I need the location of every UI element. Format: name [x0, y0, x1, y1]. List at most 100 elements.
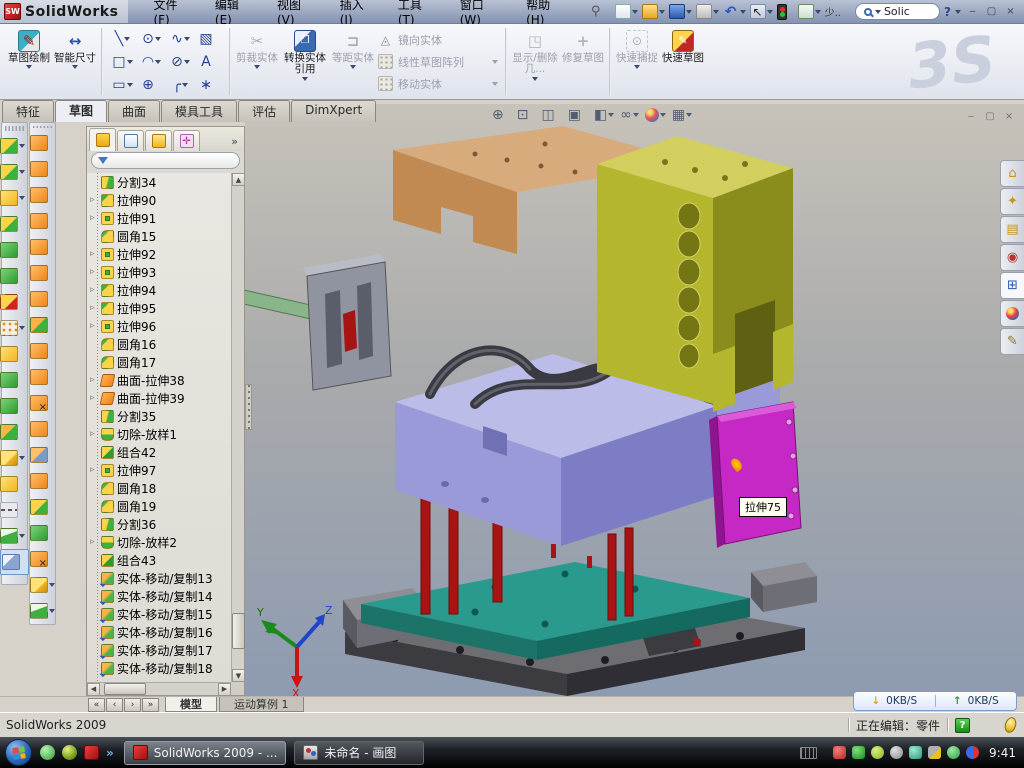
security-shield-icon[interactable]: [852, 746, 865, 759]
appearances-icon[interactable]: [1000, 300, 1024, 327]
tree-item[interactable]: ▹ 实体-移动/复制17: [87, 641, 231, 659]
hud-button[interactable]: [645, 108, 666, 122]
tree-item[interactable]: ▹ 实体-移动/复制13: [87, 569, 231, 587]
part-magenta-block[interactable]: [709, 402, 801, 548]
tree-item[interactable]: ▹ 组合42: [87, 443, 231, 461]
tree-item[interactable]: ▹ 圆角15: [87, 227, 231, 245]
tree-item[interactable]: ▹ 实体-移动/复制14: [87, 587, 231, 605]
tree-item[interactable]: ▹ 实体-移动/复制18: [87, 659, 231, 677]
dropdown-caret-icon[interactable]: [492, 82, 498, 86]
scroll-up-button[interactable]: ▲: [232, 173, 245, 186]
toolbar-button[interactable]: [0, 393, 29, 419]
hud-button[interactable]: ▦: [672, 107, 692, 123]
toolbar-button[interactable]: [0, 445, 29, 471]
menu-item[interactable]: 插入(I): [329, 0, 387, 23]
toolbar-button[interactable]: [0, 497, 29, 523]
command-row-button[interactable]: 移动实体: [378, 74, 500, 94]
dropdown-caret-icon[interactable]: [184, 37, 190, 41]
dropdown-caret-icon[interactable]: [659, 10, 665, 14]
titlebar-tool[interactable]: 少..: [824, 3, 849, 20]
dropdown-caret-icon[interactable]: [26, 65, 32, 69]
toolbar-button[interactable]: [30, 468, 55, 494]
sketch-tool-button[interactable]: □: [108, 50, 137, 73]
tree-item[interactable]: ▹ 切除-放样2: [87, 533, 231, 551]
toolbar-grip[interactable]: [33, 126, 52, 128]
document-tab[interactable]: 模型: [165, 697, 217, 712]
toolbar-button[interactable]: [0, 133, 29, 159]
toolbar-button[interactable]: [0, 419, 29, 445]
sketch-tool-button[interactable]: ∗: [195, 73, 224, 96]
menu-item[interactable]: 视图(V): [266, 0, 329, 23]
tree-item[interactable]: ▹ 圆角16: [87, 335, 231, 353]
select-icon[interactable]: ↖: [750, 4, 766, 19]
ribbon-tab[interactable]: 模具工具: [161, 100, 237, 122]
toolbar-button[interactable]: [30, 312, 55, 338]
part-right-rail[interactable]: [751, 562, 817, 612]
options-list-icon[interactable]: [798, 4, 814, 19]
dropdown-caret-icon[interactable]: [767, 10, 773, 14]
propertymanager-tab[interactable]: [117, 130, 144, 151]
command-button[interactable]: ↔ 智能尺寸: [52, 27, 98, 97]
sketch-tool-button[interactable]: ▧: [195, 27, 224, 50]
dropdown-caret-icon[interactable]: [184, 60, 190, 64]
toolbar-button[interactable]: [0, 211, 29, 237]
toolbar-button[interactable]: [30, 338, 55, 364]
toolbar-button[interactable]: [0, 263, 29, 289]
tab-scroll-button[interactable]: «: [88, 698, 105, 712]
sketch-tool-button[interactable]: ╭: [166, 73, 195, 96]
search-input[interactable]: Solic: [855, 3, 940, 20]
hud-button[interactable]: ⊕: [492, 107, 511, 123]
titlebar-tool[interactable]: ⚲: [587, 3, 612, 20]
search-dropdown-icon[interactable]: [875, 10, 881, 14]
toolbar-button[interactable]: [30, 390, 55, 416]
dropdown-caret-icon[interactable]: [302, 77, 308, 81]
panel-splitter[interactable]: [245, 384, 252, 430]
toolbar-button[interactable]: [30, 182, 55, 208]
toolbar-button[interactable]: [30, 130, 55, 156]
tree-item[interactable]: ▹ 拉伸91: [87, 209, 231, 227]
dropdown-caret-icon[interactable]: [19, 326, 25, 330]
tree-item[interactable]: ▹ 拉伸94: [87, 281, 231, 299]
scroll-left-button[interactable]: ◀: [87, 683, 100, 696]
ribbon-tab[interactable]: DimXpert: [291, 100, 376, 122]
part-olive-clamp[interactable]: [597, 136, 793, 412]
dropdown-caret-icon[interactable]: [155, 37, 161, 41]
toolbar-button[interactable]: [0, 315, 29, 341]
hud-button[interactable]: ▣: [568, 107, 588, 123]
ribbon-tab[interactable]: 草图: [55, 100, 107, 122]
command-button[interactable]: ✂ 剪裁实体: [234, 27, 280, 97]
hud-button[interactable]: ⊡: [517, 107, 536, 123]
titlebar-tool[interactable]: [668, 3, 693, 20]
open-file-icon[interactable]: [642, 4, 658, 19]
tree-item[interactable]: ▹ 分割34: [87, 173, 231, 191]
sketch-tool-button[interactable]: ▭: [108, 73, 137, 96]
custom-properties-icon[interactable]: ✎: [1000, 328, 1024, 355]
messenger-status-icon[interactable]: [966, 746, 979, 759]
vertical-scroll-thumb[interactable]: [232, 613, 245, 649]
dropdown-caret-icon[interactable]: [254, 65, 260, 69]
titlebar-tool[interactable]: [614, 3, 639, 20]
dropdown-caret-icon[interactable]: [686, 113, 692, 117]
home-resources-icon[interactable]: ⌂: [1000, 160, 1024, 187]
toolbar-button[interactable]: [30, 494, 55, 520]
menu-item[interactable]: 编辑(E): [204, 0, 266, 23]
new-file-icon[interactable]: [615, 4, 631, 19]
dropdown-caret-icon[interactable]: [740, 10, 746, 14]
tree-item[interactable]: ▹ 实体-移动/复制15: [87, 605, 231, 623]
toolbar-button[interactable]: [0, 237, 29, 263]
command-row-button[interactable]: 线性草图阵列: [378, 52, 500, 72]
dropdown-caret-icon[interactable]: [19, 196, 25, 200]
toolbar-overflow-label[interactable]: 少..: [825, 4, 841, 19]
toolbar-button[interactable]: [30, 598, 55, 624]
dropdown-caret-icon[interactable]: [713, 10, 719, 14]
view-palette-icon[interactable]: ⊞: [1000, 272, 1024, 299]
sketch-tool-button[interactable]: A: [195, 50, 224, 73]
dropdown-caret-icon[interactable]: [155, 60, 161, 64]
part-core-insert[interactable]: [303, 254, 391, 390]
toolbar-button[interactable]: [30, 520, 55, 546]
tree-horizontal-scrollbar[interactable]: ◀ ▶: [87, 682, 231, 695]
toolbar-grip[interactable]: [5, 126, 24, 131]
titlebar-tool[interactable]: [695, 3, 720, 20]
panel-overflow-button[interactable]: »: [227, 135, 242, 151]
update-badge-icon[interactable]: [871, 746, 884, 759]
